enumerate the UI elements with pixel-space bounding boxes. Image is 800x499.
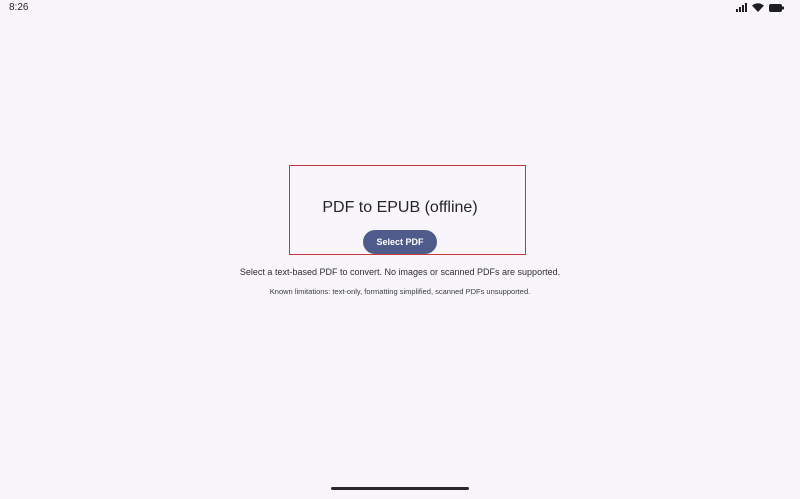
- limitations-text: Known limitations: text-only, formatting…: [269, 287, 531, 296]
- home-indicator[interactable]: [331, 487, 469, 490]
- instructions-text: Select a text-based PDF to convert. No i…: [239, 267, 561, 277]
- signal-icon: [736, 3, 747, 12]
- status-bar: 8:26: [0, 0, 800, 16]
- wifi-icon: [752, 3, 764, 12]
- status-time: 8:26: [9, 2, 29, 13]
- status-icons: [736, 3, 784, 12]
- page-title: PDF to EPUB (offline): [322, 199, 478, 216]
- battery-icon: [769, 3, 784, 12]
- select-pdf-button[interactable]: Select PDF: [363, 230, 437, 254]
